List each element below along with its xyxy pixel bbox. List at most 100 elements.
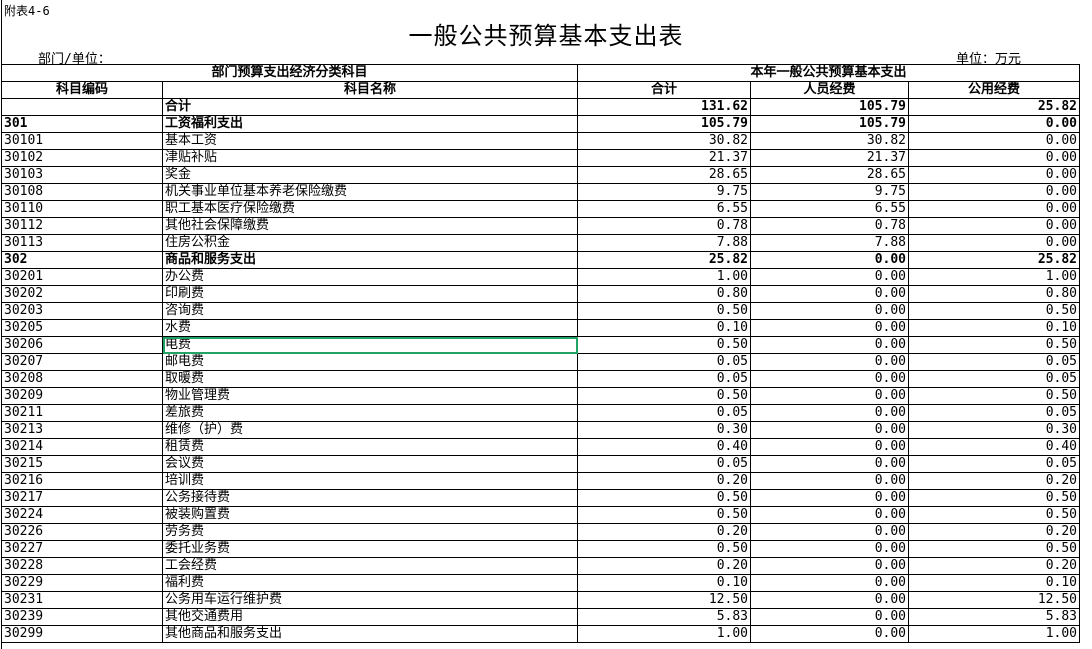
row-code[interactable]: 30112 [1, 217, 163, 235]
row-personnel[interactable]: 6.55 [750, 200, 909, 218]
row-public[interactable]: 0.20 [908, 523, 1080, 541]
row-public[interactable]: 1.00 [908, 625, 1080, 643]
row-public[interactable]: 0.80 [908, 285, 1080, 303]
row-name[interactable]: 维修（护）费 [162, 421, 578, 439]
row-total[interactable]: 0.50 [577, 489, 751, 507]
row-total[interactable]: 12.50 [577, 591, 751, 609]
row-public[interactable]: 0.50 [908, 302, 1080, 320]
row-code[interactable]: 30228 [1, 557, 163, 575]
row-personnel[interactable]: 0.00 [750, 370, 909, 388]
row-name[interactable]: 职工基本医疗保险缴费 [162, 200, 578, 218]
row-personnel[interactable]: 0.00 [750, 268, 909, 286]
row-personnel[interactable]: 9.75 [750, 183, 909, 201]
row-personnel[interactable]: 0.00 [750, 625, 909, 643]
row-total[interactable]: 7.88 [577, 234, 751, 252]
row-code[interactable]: 302 [1, 251, 163, 269]
total-personnel[interactable]: 105.79 [750, 98, 909, 116]
row-total[interactable]: 0.05 [577, 370, 751, 388]
row-total[interactable]: 25.82 [577, 251, 751, 269]
row-name[interactable]: 水费 [162, 319, 578, 337]
row-code[interactable]: 30224 [1, 506, 163, 524]
row-public[interactable]: 0.05 [908, 370, 1080, 388]
row-name[interactable]: 公务用车运行维护费 [162, 591, 578, 609]
row-personnel[interactable]: 28.65 [750, 166, 909, 184]
row-total[interactable]: 1.00 [577, 268, 751, 286]
row-code[interactable]: 30217 [1, 489, 163, 507]
total-code-cell[interactable] [1, 98, 163, 116]
row-public[interactable]: 0.05 [908, 353, 1080, 371]
row-name[interactable]: 工会经费 [162, 557, 578, 575]
row-personnel[interactable]: 0.00 [750, 506, 909, 524]
row-personnel[interactable]: 0.00 [750, 591, 909, 609]
row-name[interactable]: 公务接待费 [162, 489, 578, 507]
row-public[interactable]: 0.00 [908, 166, 1080, 184]
row-total[interactable]: 6.55 [577, 200, 751, 218]
row-total[interactable]: 0.10 [577, 574, 751, 592]
row-public[interactable]: 5.83 [908, 608, 1080, 626]
row-code[interactable]: 30215 [1, 455, 163, 473]
row-name[interactable]: 会议费 [162, 455, 578, 473]
row-code[interactable]: 30299 [1, 625, 163, 643]
row-personnel[interactable]: 0.00 [750, 404, 909, 422]
row-name[interactable]: 取暖费 [162, 370, 578, 388]
row-name[interactable]: 工资福利支出 [162, 115, 578, 133]
row-name[interactable]: 其他交通费用 [162, 608, 578, 626]
row-personnel[interactable]: 0.00 [750, 302, 909, 320]
header-code[interactable]: 科目编码 [1, 81, 163, 99]
row-personnel[interactable]: 0.00 [750, 489, 909, 507]
row-name[interactable]: 办公费 [162, 268, 578, 286]
row-code[interactable]: 30216 [1, 472, 163, 490]
row-public[interactable]: 0.30 [908, 421, 1080, 439]
row-name[interactable]: 培训费 [162, 472, 578, 490]
row-total[interactable]: 0.50 [577, 302, 751, 320]
row-personnel[interactable]: 30.82 [750, 132, 909, 150]
header-total[interactable]: 合计 [577, 81, 751, 99]
row-personnel[interactable]: 0.00 [750, 319, 909, 337]
row-name[interactable]: 印刷费 [162, 285, 578, 303]
row-public[interactable]: 0.50 [908, 506, 1080, 524]
row-code[interactable]: 30101 [1, 132, 163, 150]
row-personnel[interactable]: 7.88 [750, 234, 909, 252]
header-economic-classification[interactable]: 部门预算支出经济分类科目 [1, 64, 578, 82]
row-name[interactable]: 其他商品和服务支出 [162, 625, 578, 643]
total-public[interactable]: 25.82 [908, 98, 1080, 116]
row-personnel[interactable]: 105.79 [750, 115, 909, 133]
row-code[interactable]: 30110 [1, 200, 163, 218]
header-personnel[interactable]: 人员经费 [750, 81, 909, 99]
row-name[interactable]: 商品和服务支出 [162, 251, 578, 269]
row-name[interactable]: 住房公积金 [162, 234, 578, 252]
row-public[interactable]: 0.00 [908, 217, 1080, 235]
row-total[interactable]: 0.20 [577, 523, 751, 541]
row-code[interactable]: 30226 [1, 523, 163, 541]
row-name[interactable]: 福利费 [162, 574, 578, 592]
row-public[interactable]: 0.50 [908, 336, 1080, 354]
row-public[interactable]: 12.50 [908, 591, 1080, 609]
row-code[interactable]: 30206 [1, 336, 163, 354]
row-name[interactable]: 租赁费 [162, 438, 578, 456]
row-total[interactable]: 0.05 [577, 455, 751, 473]
row-total[interactable]: 0.05 [577, 353, 751, 371]
row-code[interactable]: 30103 [1, 166, 163, 184]
row-public[interactable]: 0.20 [908, 557, 1080, 575]
header-name[interactable]: 科目名称 [162, 81, 578, 99]
row-personnel[interactable]: 21.37 [750, 149, 909, 167]
row-name[interactable]: 机关事业单位基本养老保险缴费 [162, 183, 578, 201]
row-name[interactable]: 奖金 [162, 166, 578, 184]
row-total[interactable]: 5.83 [577, 608, 751, 626]
row-code[interactable]: 30211 [1, 404, 163, 422]
row-total[interactable]: 0.50 [577, 540, 751, 558]
row-total[interactable]: 21.37 [577, 149, 751, 167]
row-code[interactable]: 30229 [1, 574, 163, 592]
row-code[interactable]: 30102 [1, 149, 163, 167]
row-public[interactable]: 0.00 [908, 149, 1080, 167]
row-public[interactable]: 0.50 [908, 489, 1080, 507]
row-total[interactable]: 0.50 [577, 336, 751, 354]
row-code[interactable]: 30208 [1, 370, 163, 388]
header-current-year-expenditure[interactable]: 本年一般公共预算基本支出 [577, 64, 1080, 82]
row-name[interactable]: 邮电费 [162, 353, 578, 371]
row-name[interactable]: 被装购置费 [162, 506, 578, 524]
row-total[interactable]: 28.65 [577, 166, 751, 184]
row-public[interactable]: 0.05 [908, 455, 1080, 473]
row-personnel[interactable]: 0.00 [750, 574, 909, 592]
row-personnel[interactable]: 0.78 [750, 217, 909, 235]
